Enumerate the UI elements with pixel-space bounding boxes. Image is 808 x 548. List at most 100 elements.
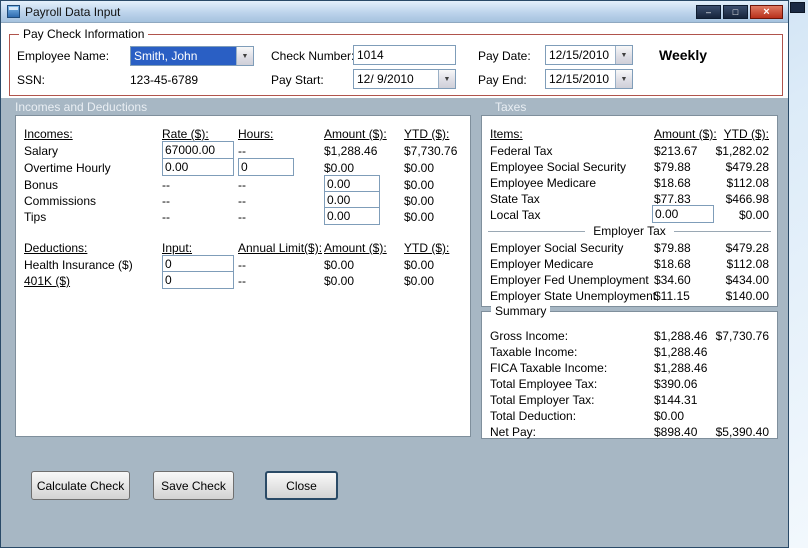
check-number-label: Check Number: <box>271 49 355 63</box>
income-hours: -- <box>238 178 246 192</box>
summary-label: Taxable Income: <box>490 345 578 359</box>
employee-name-combobox[interactable]: Smith, John <box>130 46 254 66</box>
summary-row-total-deduction: Total Deduction: $0.00 <box>482 408 777 424</box>
summary-ytd: $5,390.40 <box>715 425 769 439</box>
rate-col-header: Rate ($): <box>162 127 209 141</box>
summary-row-total-employee-tax: Total Employee Tax: $390.06 <box>482 376 777 392</box>
pay-start-picker[interactable]: 12/ 9/2010 <box>353 69 456 89</box>
chevron-down-icon[interactable] <box>236 47 253 65</box>
overtime-hours-input[interactable] <box>238 158 294 176</box>
app-icon <box>7 5 20 18</box>
deduction-ytd: $0.00 <box>404 258 435 272</box>
pay-start-value: 12/ 9/2010 <box>357 72 414 86</box>
tax-ytd: $434.00 <box>725 273 769 287</box>
annual-limit-col-header: Annual Limit($): <box>238 241 323 255</box>
summary-row-gross: Gross Income: $1,288.46 $7,730.76 <box>482 328 777 344</box>
lower-region: Incomes and Deductions Taxes Incomes: Ra… <box>1 98 788 547</box>
payroll-window: Payroll Data Input – □ × Pay Check Infor… <box>0 0 789 548</box>
income-label: Bonus <box>24 178 59 192</box>
local-tax-input[interactable] <box>652 205 714 223</box>
summary-row-taxable: Taxable Income: $1,288.46 <box>482 344 777 360</box>
desktop: Payroll Data Input – □ × Pay Check Infor… <box>0 0 808 548</box>
close-button[interactable]: Close <box>265 471 338 500</box>
chevron-down-icon[interactable] <box>615 46 632 64</box>
tax-ytd: $112.08 <box>726 257 770 271</box>
income-ytd: $0.00 <box>404 161 435 175</box>
deduction-ytd: $0.00 <box>404 274 435 288</box>
tax-label: Employer Fed Unemployment <box>490 273 649 287</box>
salary-rate-input[interactable] <box>162 141 234 159</box>
tax-ytd: $0.00 <box>738 208 769 222</box>
summary-label: FICA Taxable Income: <box>490 361 608 375</box>
tax-row-employer-ss: Employer Social Security $79.88 $479.28 <box>482 240 777 256</box>
tax-ytd: $112.08 <box>726 176 770 190</box>
tax-ytd: $479.28 <box>725 160 769 174</box>
incomes-header-row: Incomes: Rate ($): Hours: Amount ($): YT… <box>16 126 470 142</box>
income-label: Overtime Hourly <box>24 161 111 175</box>
deduction-limit: -- <box>238 274 246 288</box>
income-rate: -- <box>162 210 170 224</box>
close-window-button[interactable]: × <box>750 5 783 19</box>
tax-amount: $79.88 <box>654 160 691 174</box>
amount-col-header: Amount ($): <box>654 127 717 141</box>
employee-name-value: Smith, John <box>131 47 236 65</box>
401k-input[interactable] <box>162 271 234 289</box>
pay-end-value: 12/15/2010 <box>549 72 610 86</box>
chevron-down-icon[interactable] <box>615 70 632 88</box>
income-label: Salary <box>24 144 59 158</box>
taxes-section-header: Taxes <box>495 100 527 114</box>
maximize-button[interactable]: □ <box>723 5 748 19</box>
income-ytd: $0.00 <box>404 210 435 224</box>
tax-row-local: Local Tax $0.00 <box>482 205 777 223</box>
pay-end-picker[interactable]: 12/15/2010 <box>545 69 633 89</box>
employer-tax-divider: Employer Tax <box>488 224 771 238</box>
background-window-fragment <box>790 2 805 13</box>
income-label: Tips <box>24 210 47 224</box>
income-amount: $0.00 <box>324 161 355 175</box>
summary-amount: $1,288.46 <box>654 329 708 343</box>
taxes-header-row: Items: Amount ($): YTD ($): <box>482 126 777 142</box>
pay-date-picker[interactable]: 12/15/2010 <box>545 45 633 65</box>
summary-ytd: $7,730.76 <box>715 329 769 343</box>
tax-amount: $79.88 <box>654 241 691 255</box>
tax-row-federal: Federal Tax $213.67 $1,282.02 <box>482 143 777 159</box>
summary-label: Total Employer Tax: <box>490 393 595 407</box>
ssn-label: SSN: <box>17 73 46 87</box>
summary-groupbox: Summary Gross Income: $1,288.46 $7,730.7… <box>481 304 778 439</box>
tips-amount-input[interactable] <box>324 207 380 225</box>
tax-row-employer-state-unemployment: Employer State Unemployment $11.15 $140.… <box>482 288 777 304</box>
tax-label: Employee Medicare <box>490 176 597 190</box>
summary-amount: $390.06 <box>654 377 698 391</box>
tax-row-employee-medicare: Employee Medicare $18.68 $112.08 <box>482 175 777 191</box>
deduction-row-health-insurance: Health Insurance ($) -- $0.00 $0.00 <box>16 255 470 273</box>
calculate-check-button[interactable]: Calculate Check <box>31 471 130 500</box>
tax-amount: $11.15 <box>654 289 690 303</box>
tax-amount: $18.68 <box>654 257 691 271</box>
amount-col-header: Amount ($): <box>324 127 387 141</box>
minimize-button[interactable]: – <box>696 5 721 19</box>
incomes-deductions-panel: Incomes: Rate ($): Hours: Amount ($): YT… <box>15 115 471 437</box>
summary-label: Gross Income: <box>490 329 569 343</box>
summary-amount: $898.40 <box>654 425 698 439</box>
amount-col-header: Amount ($): <box>324 241 387 255</box>
overtime-rate-input[interactable] <box>162 158 234 176</box>
pay-date-value: 12/15/2010 <box>549 48 610 62</box>
hours-col-header: Hours: <box>238 127 274 141</box>
pay-date-label: Pay Date: <box>478 49 531 63</box>
income-ytd: $0.00 <box>404 194 435 208</box>
tax-ytd: $466.98 <box>725 192 769 206</box>
save-check-button[interactable]: Save Check <box>153 471 234 500</box>
window-controls: – □ × <box>696 5 783 19</box>
chevron-down-icon[interactable] <box>438 70 455 88</box>
401k-link-label[interactable]: 401K ($) <box>24 274 70 288</box>
input-col-header: Input: <box>162 241 193 255</box>
incomes-deductions-section-header: Incomes and Deductions <box>15 100 148 114</box>
check-number-input[interactable] <box>353 45 456 65</box>
ytd-col-header: YTD ($): <box>404 127 450 141</box>
summary-label: Total Deduction: <box>490 409 577 423</box>
income-hours: -- <box>238 194 246 208</box>
income-rate: -- <box>162 194 170 208</box>
tax-ytd: $479.28 <box>725 241 769 255</box>
tax-label: Federal Tax <box>490 144 553 158</box>
tax-amount: $213.67 <box>654 144 698 158</box>
